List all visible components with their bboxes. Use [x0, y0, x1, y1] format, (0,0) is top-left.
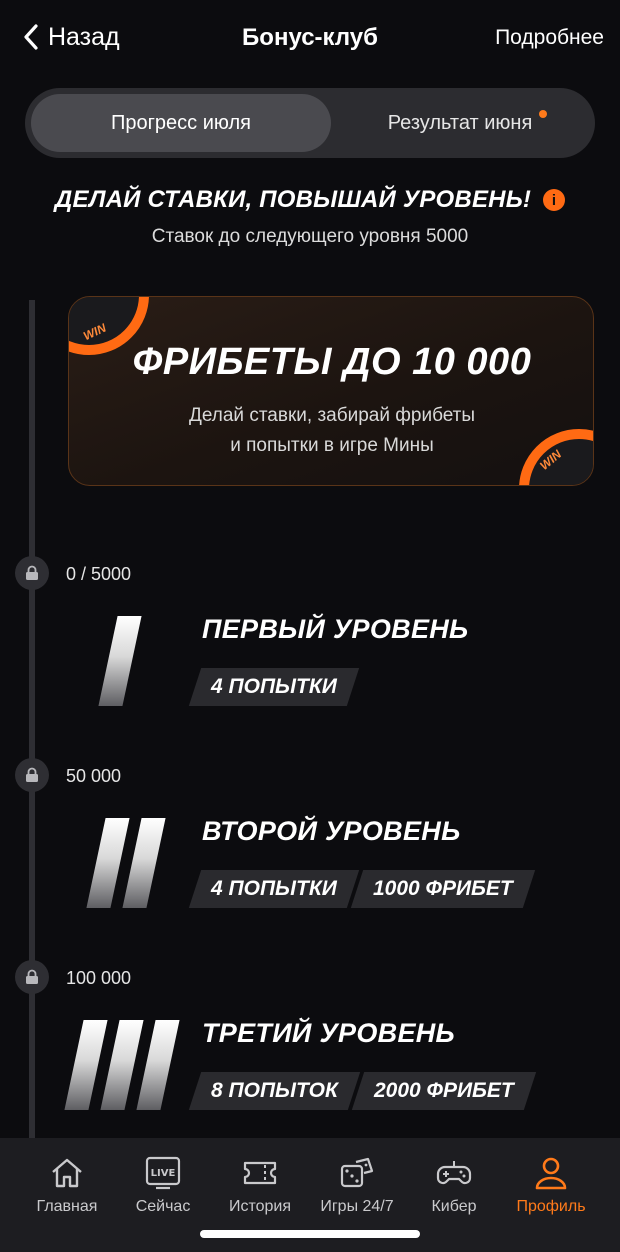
- header: Назад Бонус-клуб Подробнее: [0, 0, 620, 76]
- tab-june-result[interactable]: Результат июня: [331, 94, 589, 152]
- tab-label: Прогресс июля: [111, 111, 251, 134]
- tab-switcher: Прогресс июля Результат июня: [25, 88, 595, 158]
- dice-icon: [340, 1157, 374, 1188]
- numeral-bar: [100, 1020, 144, 1110]
- numeral-bar: [98, 616, 142, 706]
- tab-july-progress[interactable]: Прогресс июля: [31, 94, 331, 152]
- numeral-bar: [136, 1020, 180, 1110]
- level-threshold: 100 000: [66, 968, 132, 988]
- progress-timeline: [29, 300, 35, 1140]
- freebets-promo-card[interactable]: WIN WIN ФРИБЕТЫ ДО 10 000 Делай ставки, …: [68, 296, 594, 486]
- live-badge-text: LIVE: [151, 1168, 176, 1179]
- numeral-bar: [122, 818, 166, 908]
- nav-home[interactable]: Главная: [17, 1154, 117, 1216]
- ticket-icon: [243, 1161, 277, 1185]
- nav-cyber[interactable]: Кибер: [404, 1154, 504, 1216]
- reward-tag: 1000 ФРИБЕТ: [350, 870, 535, 908]
- promo-title: ФРИБЕТЫ ДО 10 000: [132, 341, 532, 383]
- level-roman-numeral: [86, 818, 168, 908]
- reward-tag: 8 ПОПЫТОК: [188, 1072, 361, 1110]
- chip-label: WIN: [81, 320, 109, 344]
- level-rewards: 4 ПОПЫТКИ 1000 ФРИБЕТ: [188, 870, 535, 908]
- more-link[interactable]: Подробнее: [495, 26, 604, 50]
- tab-label: Результат июня: [387, 111, 533, 134]
- gamepad-icon: [436, 1161, 472, 1185]
- reward-tag: 4 ПОПЫТКИ: [188, 668, 360, 706]
- nav-history[interactable]: История: [210, 1154, 310, 1216]
- promo-line: Делай ставки, забирай фрибеты: [188, 405, 476, 426]
- nav-label: История: [228, 1198, 292, 1215]
- lock-icon: [15, 960, 49, 994]
- level-title: ТРЕТИЙ УРОВЕНЬ: [202, 1018, 455, 1048]
- level-rewards: 8 ПОПЫТОК 2000 ФРИБЕТ: [188, 1072, 536, 1110]
- lock-icon: [15, 556, 49, 590]
- nav-live[interactable]: LIVE Сейчас: [113, 1154, 213, 1216]
- bets-remaining: Ставок до следующего уровня 5000: [151, 226, 469, 247]
- headline-text: ДЕЛАЙ СТАВКИ, ПОВЫШАЙ УРОВЕНЬ!: [54, 186, 532, 213]
- promo-description: Делай ставки, забирай фрибеты и попытки …: [69, 401, 593, 461]
- profile-icon: [535, 1157, 567, 1190]
- reward-tag: 4 ПОПЫТКИ: [188, 870, 360, 908]
- numeral-bar: [86, 818, 130, 908]
- level-threshold: 0 / 5000: [66, 564, 132, 584]
- info-icon[interactable]: i: [543, 189, 566, 211]
- lock-icon: [15, 758, 49, 792]
- nav-profile[interactable]: Профиль: [501, 1154, 601, 1216]
- home-icon: [52, 1158, 82, 1188]
- nav-label: Профиль: [516, 1198, 586, 1215]
- nav-label: Главная: [36, 1198, 98, 1215]
- home-indicator: [200, 1230, 420, 1238]
- level-rewards: 4 ПОПЫТКИ: [188, 668, 360, 706]
- nav-label: Кибер: [431, 1198, 477, 1215]
- promo-line: и попытки в игре Мины: [230, 435, 434, 456]
- nav-label: Игры 24/7: [320, 1198, 394, 1215]
- level-headline: ДЕЛАЙ СТАВКИ, ПОВЫШАЙ УРОВЕНЬ! i: [0, 186, 620, 214]
- level-title: ПЕРВЫЙ УРОВЕНЬ: [202, 614, 469, 644]
- level-roman-numeral: [64, 1020, 188, 1110]
- level-roman-numeral: [88, 616, 148, 706]
- level-threshold: 50 000: [66, 766, 122, 786]
- reward-tag: 2000 ФРИБЕТ: [351, 1072, 536, 1110]
- notification-dot: [539, 110, 547, 118]
- nav-games[interactable]: Игры 24/7: [307, 1154, 407, 1216]
- level-title: ВТОРОЙ УРОВЕНЬ: [202, 816, 461, 846]
- live-icon: LIVE: [145, 1156, 181, 1190]
- nav-label: Сейчас: [135, 1198, 191, 1215]
- numeral-bar: [64, 1020, 108, 1110]
